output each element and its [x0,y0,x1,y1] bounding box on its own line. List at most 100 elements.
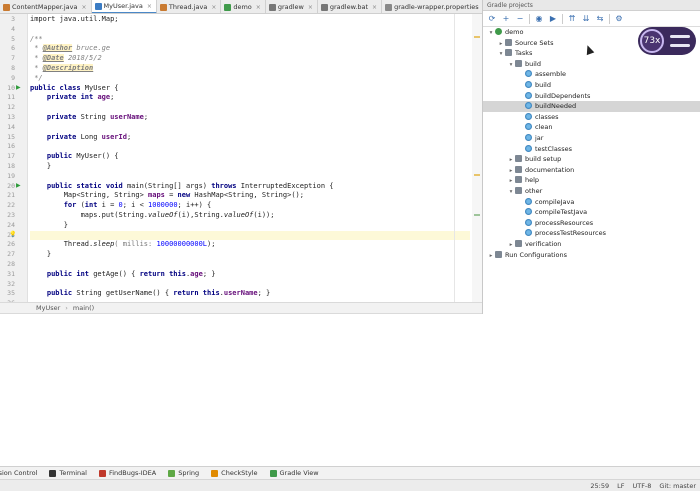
zoom-badge: 73x [638,27,696,55]
caret-position[interactable]: 25:59 [590,482,609,490]
tool-window-button[interactable]: Version Control [0,469,37,477]
code-line[interactable]: private String userName; [30,113,470,123]
close-icon[interactable]: × [372,4,377,11]
editor-tab[interactable]: Thread.java × [156,0,222,13]
run-icon[interactable]: ◉ [534,13,545,24]
code-token: ); [207,240,216,249]
code-line[interactable] [30,25,470,35]
code-line[interactable]: * @Date 2018/5/2 [30,54,470,64]
code-line[interactable]: for (int i = 0; i < 1000000; i++) { [30,201,470,211]
tree-node[interactable]: ▸ Run Configurations [483,250,700,261]
code-line[interactable]: public int getAge() { return this.age; } [30,270,470,280]
code-line[interactable]: Map<String, String> maps = new HashMap<S… [30,191,470,201]
tool-window-button[interactable]: CheckStyle [211,469,258,477]
code-line[interactable] [30,280,470,290]
vcs-branch[interactable]: Git: master [659,482,696,490]
tree-node[interactable]: testClasses [483,144,700,155]
run-icon[interactable]: ▶ [16,84,21,91]
code-line[interactable]: */ [30,74,470,84]
link-icon[interactable]: ⇆ [595,13,606,24]
tree-node[interactable]: ▾ other [483,186,700,197]
breadcrumb-class[interactable]: MyUser [36,304,60,312]
add-icon[interactable]: + [501,13,512,24]
code-line[interactable]: public class MyUser { [30,84,470,94]
status-bar: 25:59 LF UTF-8 Git: master [0,479,700,491]
tool-window-button[interactable]: Terminal [49,469,87,477]
code-line[interactable] [30,123,470,133]
gradle-task-icon [525,91,532,99]
tree-node[interactable]: ▸ documentation [483,165,700,176]
code-line[interactable]: maps.put(String.valueOf(i),String.valueO… [30,211,470,221]
editor-scrollbar[interactable] [472,14,482,302]
tree-node[interactable]: ▸ help [483,175,700,186]
tree-node[interactable]: processTestResources [483,228,700,239]
code-line[interactable]: } [30,162,470,172]
tree-node[interactable]: buildDependents [483,91,700,102]
refresh-icon[interactable]: ⟳ [487,13,498,24]
tree-node[interactable]: ▾ build [483,59,700,70]
code-token: ; i++) { [177,201,212,210]
code-token: ; [126,132,132,141]
code-line[interactable] [30,172,470,182]
code-area[interactable]: import java.util.Map; /** * @Author bruce… [30,14,470,302]
editor-tab[interactable]: gradlew.bat × [317,0,383,13]
editor-tab[interactable]: gradlew × [265,0,318,13]
code-line[interactable]: } [30,250,470,260]
code-line[interactable]: Thread.sleep( millis: 10000000000L); [30,240,470,250]
close-icon[interactable]: × [147,3,152,10]
tree-node[interactable]: classes [483,112,700,123]
tree-node[interactable]: buildNeeded [483,101,700,112]
editor-tab[interactable]: demo × [221,0,266,13]
editor-tab[interactable]: MyUser.java × [91,0,157,13]
code-line[interactable] [30,142,470,152]
warning-marker[interactable] [474,174,480,176]
code-line[interactable]: * @Author bruce.ge [30,44,470,54]
tree-node[interactable]: processResources [483,218,700,229]
tree-node[interactable]: jar [483,133,700,144]
code-line[interactable]: private int age; [30,93,470,103]
close-icon[interactable]: × [81,4,86,11]
remove-icon[interactable]: − [515,13,526,24]
editor-tab[interactable]: gradle-wrapper.properties× [382,0,482,13]
code-editor[interactable]: 3 4 5 6 7 8 9 10 ▶ 11 12 13 14 15 16 17 18 19 20 ▶ 21 22 23 24 2… [0,14,482,302]
code-line[interactable]: } [30,221,470,231]
zoom-level: 73x [640,29,664,53]
collapse-icon[interactable]: ⇈ [567,13,578,24]
close-icon[interactable]: × [308,4,313,11]
tree-node[interactable]: compileTestJava [483,207,700,218]
code-line[interactable]: * @Description [30,64,470,74]
tree-node[interactable]: assemble [483,69,700,80]
expand-arrow-icon[interactable]: ▸ [487,251,495,262]
execute-task-icon[interactable]: ▶ [548,13,559,24]
code-line[interactable]: private Long userId; [30,133,470,143]
tree-node[interactable]: compileJava [483,197,700,208]
close-icon[interactable]: × [211,4,216,11]
info-marker[interactable] [474,214,480,216]
code-line[interactable]: /** [30,35,470,45]
lightbulb-icon[interactable]: 💡 [9,231,16,238]
tree-node[interactable]: clean [483,122,700,133]
line-separator[interactable]: LF [617,482,624,490]
warning-marker[interactable] [474,36,480,38]
code-line[interactable] [30,260,470,270]
close-icon[interactable]: × [256,4,261,11]
run-icon[interactable]: ▶ [16,182,21,189]
tree-node[interactable]: build [483,80,700,91]
code-line[interactable] [30,230,470,241]
code-line[interactable]: public MyUser() { [30,152,470,162]
code-line[interactable]: public String getUserName() { return thi… [30,289,470,299]
settings-icon[interactable]: ⚙ [614,13,625,24]
editor-tab[interactable]: ContentMapper.java × [0,0,92,13]
file-icon [320,3,328,11]
code-line[interactable] [30,103,470,113]
breadcrumb-method[interactable]: main() [73,304,94,312]
tool-window-button[interactable]: FindBugs-IDEA [98,469,156,477]
tool-window-button[interactable]: Spring [168,469,199,477]
tree-node[interactable]: ▸ build setup [483,154,700,165]
code-line[interactable]: public static void main(String[] args) t… [30,182,470,192]
file-encoding[interactable]: UTF-8 [632,482,651,490]
expand-icon[interactable]: ⇊ [581,13,592,24]
tool-window-button[interactable]: Gradle View [269,469,319,477]
tree-node[interactable]: ▸ verification [483,239,700,250]
code-line[interactable]: import java.util.Map; [30,15,470,25]
